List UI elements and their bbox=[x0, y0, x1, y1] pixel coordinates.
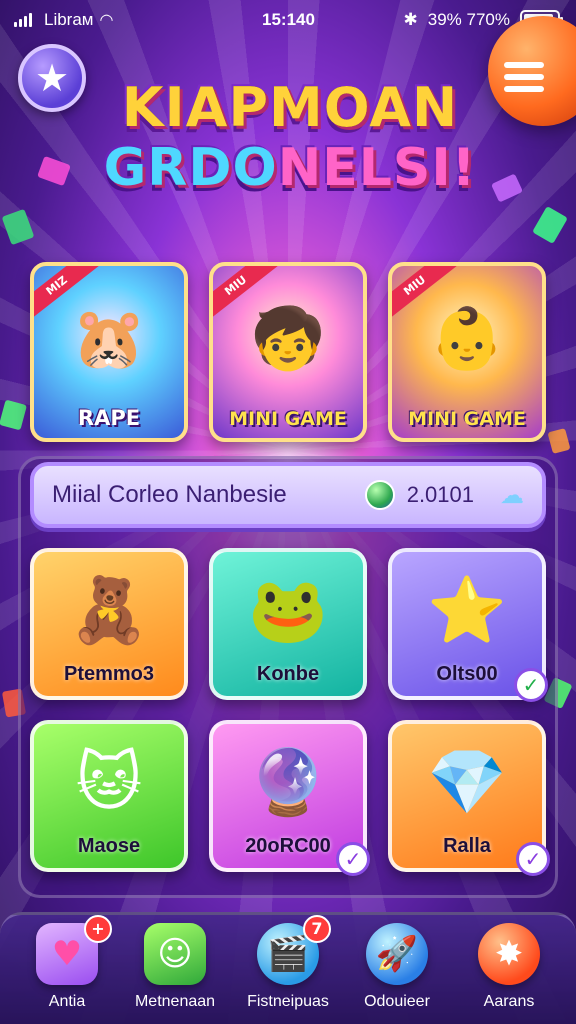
game-tile[interactable]: 🐱 Maose bbox=[30, 720, 188, 872]
search-bar[interactable]: Miial Corleo Nanbesie 2.0101 ☁ bbox=[30, 462, 546, 528]
star-button[interactable]: ★ bbox=[18, 44, 86, 112]
teddy-bear-icon: 🧸 bbox=[69, 574, 149, 648]
monster-icon: 🐸 bbox=[248, 574, 328, 648]
game-tile-label: Ptemmo3 bbox=[63, 663, 155, 685]
gem-icon: 💎 bbox=[427, 746, 507, 820]
nav-item-odouieer[interactable]: 🚀 Odouieer bbox=[342, 915, 452, 1024]
game-tile-label: Maose bbox=[77, 835, 141, 857]
star-icon: ★ bbox=[34, 56, 70, 100]
rocket-icon: 🚀 bbox=[366, 923, 428, 985]
baby-character-icon: 👶 bbox=[429, 303, 505, 374]
confetti-decoration bbox=[37, 155, 71, 187]
wifi-icon: ◠ bbox=[99, 12, 114, 29]
game-tile-label: Konbe bbox=[256, 663, 320, 685]
coin-value: 2.0101 bbox=[406, 482, 474, 507]
confetti-decoration bbox=[490, 173, 524, 203]
crystal-ball-icon: 🔮 bbox=[248, 746, 328, 820]
featured-card-3[interactable]: MIU 👶 MINI GAME bbox=[388, 262, 546, 442]
game-title: KIAPMOAN GRDONELSI! bbox=[100, 76, 480, 199]
featured-card-1[interactable]: MIZ 🐹 RAPE bbox=[30, 262, 188, 442]
featured-card-label: MINI GAME bbox=[408, 408, 526, 430]
game-tile[interactable]: 🧸 Ptemmo3 bbox=[30, 548, 188, 700]
checkmark-icon: ✓ bbox=[516, 842, 550, 876]
nav-item-metnenaan[interactable]: ☺ Metnenaan bbox=[120, 915, 230, 1024]
carrier-name: Librам bbox=[44, 10, 94, 29]
checkmark-icon: ✓ bbox=[336, 842, 370, 876]
notification-badge: 7 bbox=[303, 915, 331, 943]
search-text: Miial Corleo Nanbesie bbox=[52, 481, 287, 508]
title-line-1: KIAPMOAN bbox=[121, 76, 459, 139]
nav-label: Fistneipuas bbox=[247, 993, 329, 1010]
confetti-decoration bbox=[547, 428, 571, 454]
monster-icon: ☺ bbox=[144, 923, 206, 985]
battery-text: 39% 770% bbox=[427, 10, 510, 29]
confetti-decoration bbox=[532, 206, 568, 244]
featured-card-label: RAPE bbox=[77, 406, 141, 430]
nav-item-fistneipuas[interactable]: 🎬 7 Fistneipuas bbox=[233, 915, 343, 1024]
notification-badge: + bbox=[84, 915, 112, 943]
featured-games: MIZ 🐹 RAPE MIU 🧒 MINI GAME MIU 👶 MINI GA… bbox=[30, 262, 546, 442]
star-character-icon: ⭐ bbox=[427, 574, 507, 648]
confetti-decoration bbox=[0, 399, 27, 431]
title-line-2b: NELSI! bbox=[277, 138, 477, 198]
checkmark-icon: ✓ bbox=[514, 668, 548, 702]
coin-icon bbox=[364, 480, 395, 510]
title-line-2: GRDONELSI! bbox=[100, 138, 480, 198]
nav-label: Metnenaan bbox=[134, 993, 216, 1010]
hamburger-menu-icon[interactable] bbox=[504, 62, 544, 92]
star-burst-icon: ✸ bbox=[478, 923, 540, 985]
nav-item-antia[interactable]: ♥ + Antia bbox=[12, 915, 122, 1024]
cat-character-icon: 🐱 bbox=[75, 746, 143, 820]
nav-label: Antia bbox=[48, 993, 86, 1010]
featured-card-label: MINI GAME bbox=[229, 408, 347, 430]
nav-item-aarans[interactable]: ✸ Aarans bbox=[454, 915, 564, 1024]
title-line-2a: GRDO bbox=[103, 138, 278, 198]
featured-card-2[interactable]: MIU 🧒 MINI GAME bbox=[209, 262, 367, 442]
signal-icon bbox=[14, 13, 32, 27]
hamster-icon: 🐹 bbox=[71, 303, 147, 374]
bottom-nav: ♥ + Antia ☺ Metnenaan 🎬 7 Fistneipuas 🚀 … bbox=[0, 912, 576, 1024]
cloud-icon: ☁ bbox=[500, 481, 524, 509]
kid-character-icon: 🧒 bbox=[250, 303, 326, 374]
status-time: 15:140 bbox=[262, 10, 315, 29]
game-tile[interactable]: 🐸 Konbe bbox=[209, 548, 367, 700]
confetti-decoration bbox=[1, 208, 35, 246]
nav-label: Aarans bbox=[483, 993, 535, 1010]
bluetooth-icon: ✱ bbox=[403, 10, 418, 29]
status-bar: Librам ◠ 15:140 ✱ 39% 770% bbox=[0, 0, 576, 40]
nav-label: Odouieer bbox=[364, 993, 430, 1010]
